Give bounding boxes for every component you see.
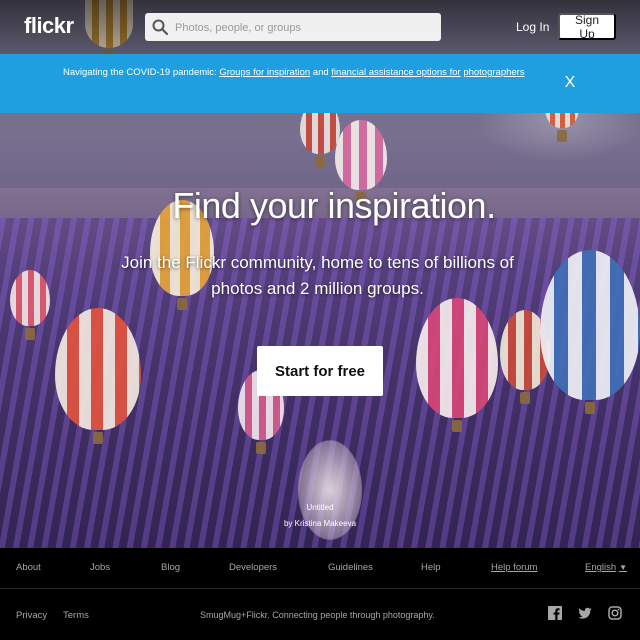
search-box[interactable] [145, 13, 441, 41]
footer: About Jobs Blog Developers Guidelines He… [0, 548, 640, 640]
balloon [416, 298, 498, 432]
footer-link-help[interactable]: Help [421, 562, 441, 573]
facebook-icon[interactable] [548, 606, 562, 620]
footer-link-blog[interactable]: Blog [161, 562, 180, 573]
footer-link-about[interactable]: About [16, 562, 41, 573]
twitter-icon[interactable] [578, 606, 592, 620]
footer-divider [0, 588, 640, 589]
footer-link-privacy[interactable]: Privacy [16, 610, 47, 621]
flickr-logo[interactable]: flickr [24, 13, 74, 39]
balloon [55, 308, 141, 444]
financial-assistance-link[interactable]: financial assistance options for [331, 67, 460, 78]
footer-link-developers[interactable]: Developers [229, 562, 277, 573]
banner-message: Navigating the COVID-19 pandemic: Groups… [63, 66, 533, 80]
covid-banner: Navigating the COVID-19 pandemic: Groups… [0, 54, 640, 113]
footer-link-jobs[interactable]: Jobs [90, 562, 110, 573]
photographers-link[interactable]: photographers [463, 67, 524, 78]
photo-credit: Untitled by Kristina Makeeva [260, 500, 380, 532]
close-icon[interactable]: X [560, 73, 580, 93]
photo-title[interactable]: Untitled [260, 500, 380, 516]
balloon [10, 270, 50, 340]
language-label: English [585, 562, 617, 573]
search-icon[interactable] [151, 18, 169, 36]
footer-link-terms[interactable]: Terms [63, 610, 89, 621]
photo-author[interactable]: by Kristina Makeeva [260, 516, 380, 532]
instagram-icon[interactable] [608, 606, 622, 620]
groups-link[interactable]: Groups for inspiration [219, 67, 310, 78]
chevron-down-icon: ▼ [619, 563, 628, 572]
login-link[interactable]: Log In [516, 20, 549, 34]
footer-link-guidelines[interactable]: Guidelines [328, 562, 373, 573]
banner-text-prefix: Navigating the COVID-19 pandemic: [63, 67, 217, 78]
start-for-free-button[interactable]: Start for free [257, 346, 383, 396]
hero-subtitle: Join the Flickr community, home to tens … [121, 253, 514, 298]
footer-links: About Jobs Blog Developers Guidelines He… [0, 548, 640, 588]
signup-button[interactable]: Sign Up [558, 13, 616, 41]
language-selector[interactable]: English ▼ [585, 562, 627, 573]
top-navigation: flickr Log In Sign Up [0, 0, 640, 54]
footer-tagline: SmugMug+Flickr. Connecting people throug… [200, 610, 435, 620]
help-forum-link[interactable]: Help forum [491, 562, 537, 573]
search-input[interactable] [173, 16, 437, 40]
page-title: Find your inspiration. [172, 185, 496, 226]
balloon [335, 120, 387, 204]
banner-connector: and [312, 67, 329, 78]
